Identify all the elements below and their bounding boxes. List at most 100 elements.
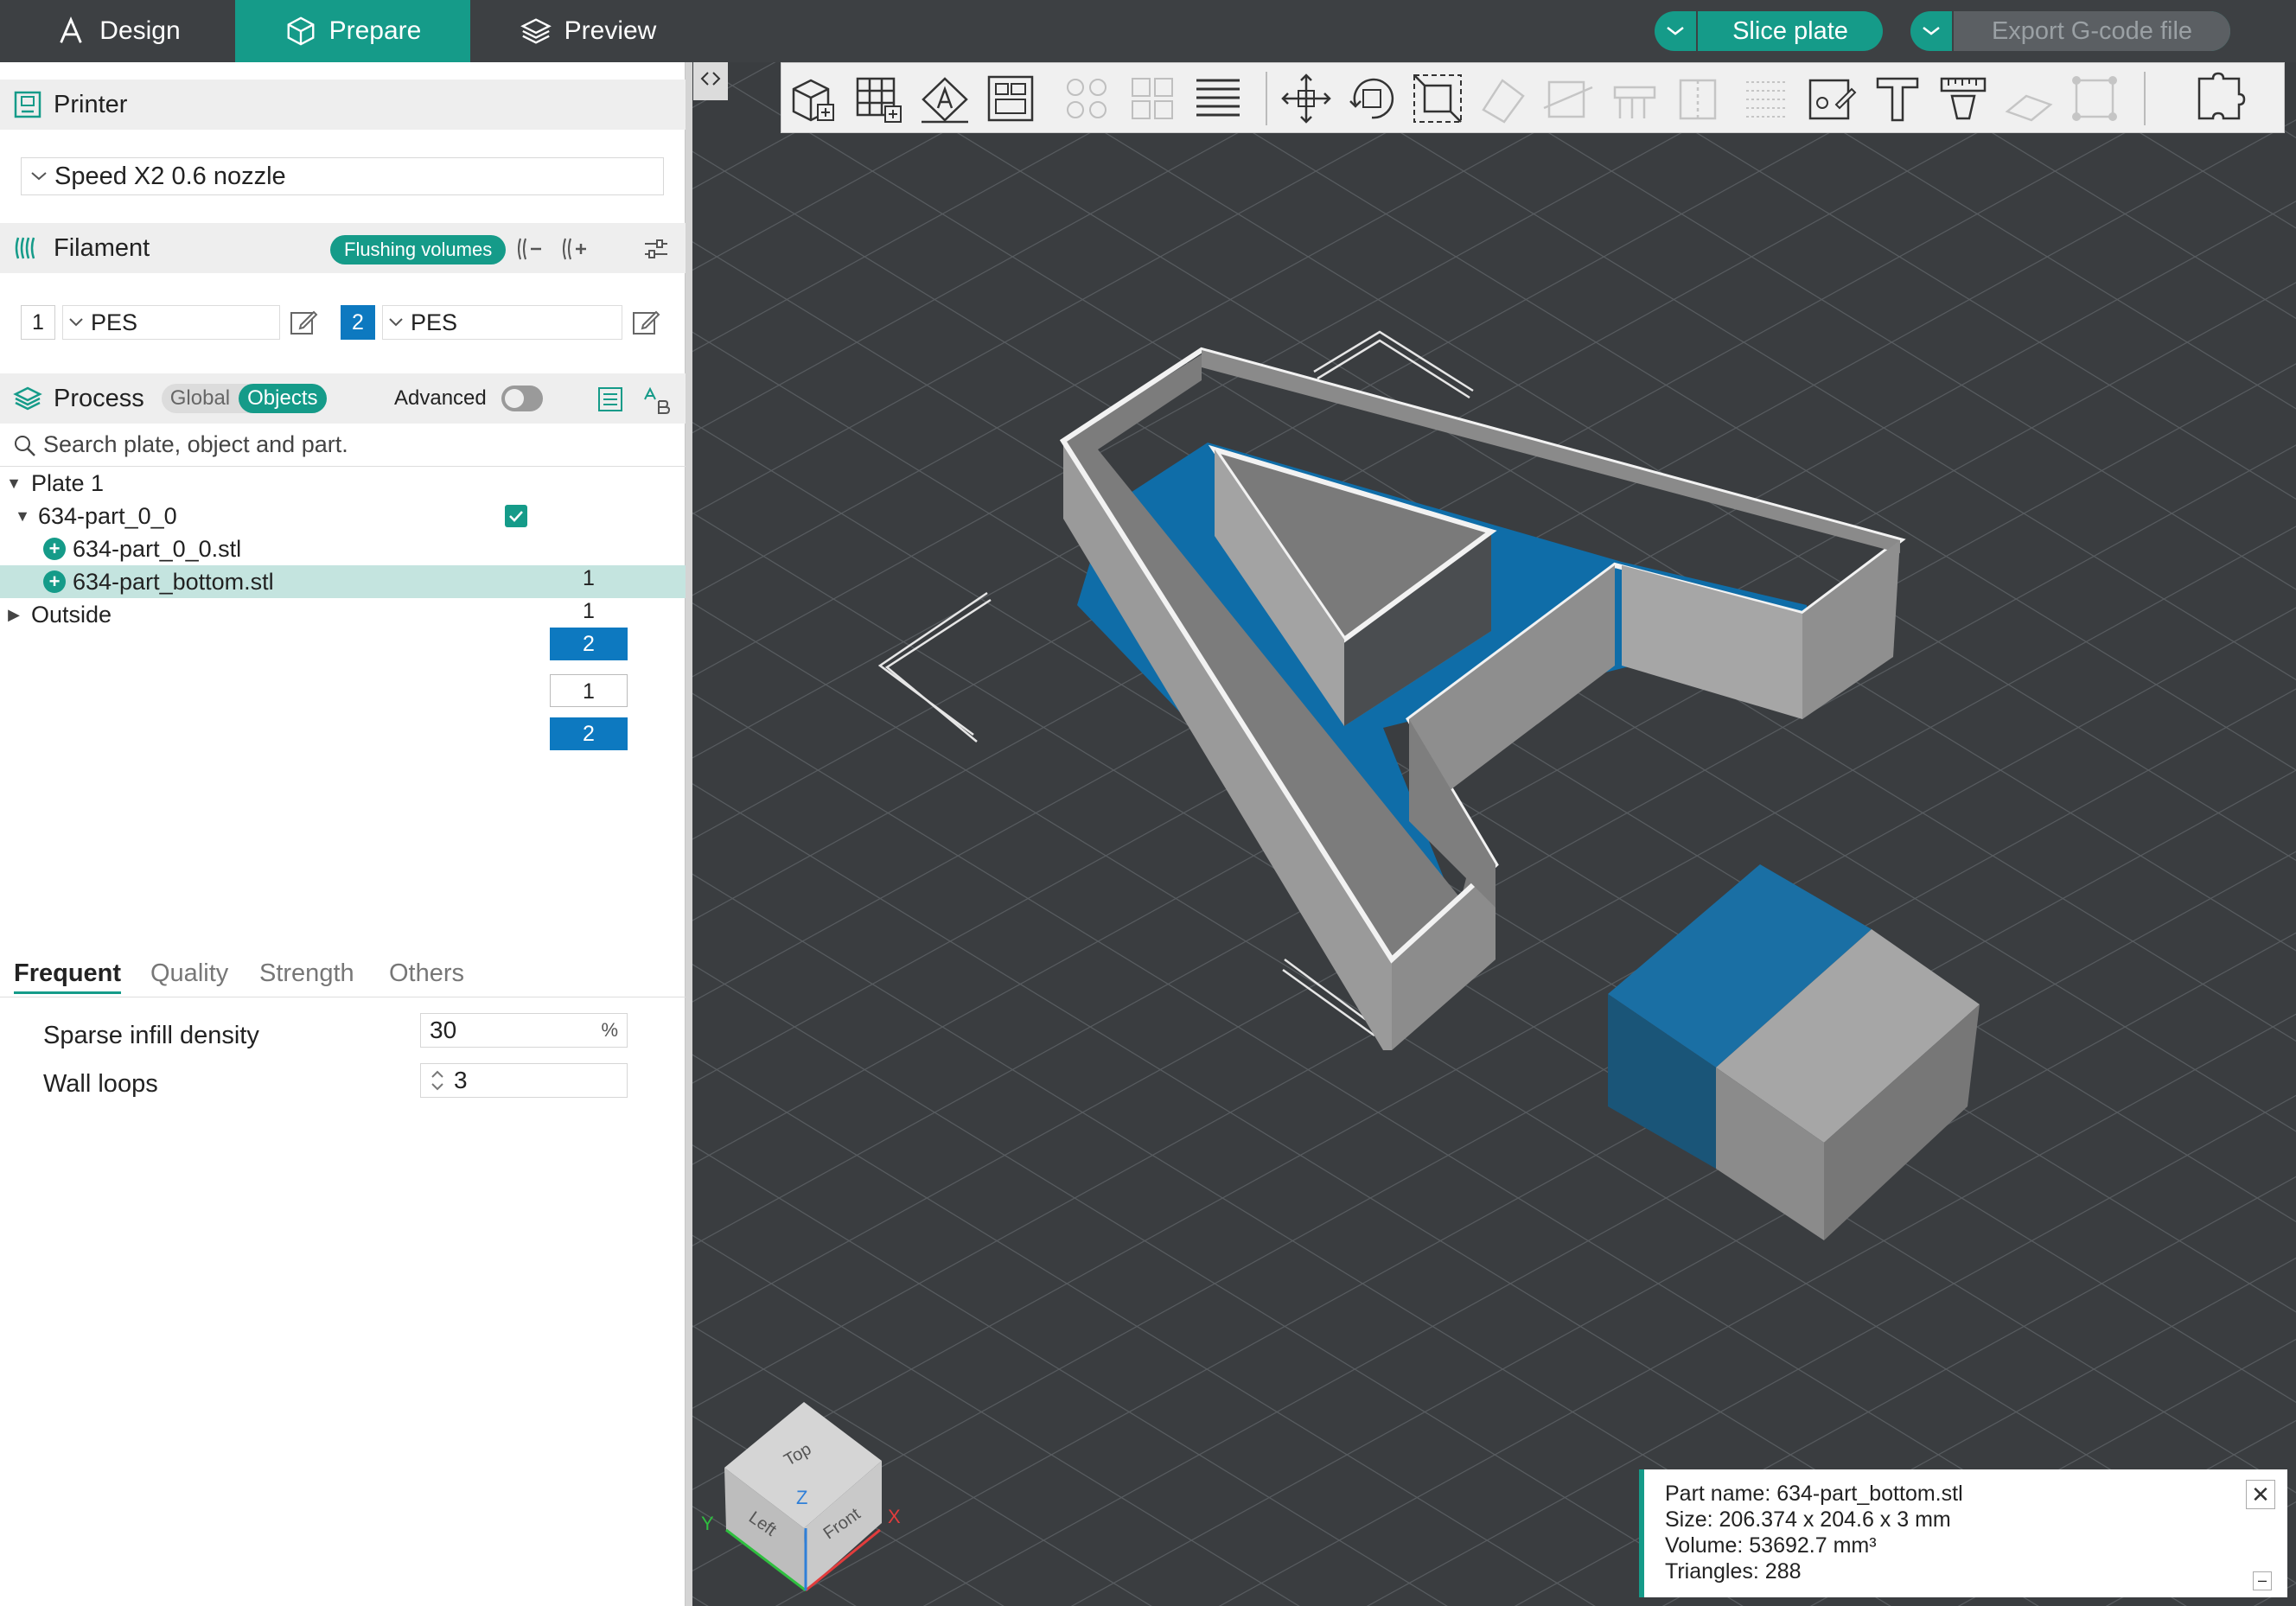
- arrange-icon[interactable]: [982, 70, 1039, 127]
- infill-density-input[interactable]: 30 %: [420, 1013, 628, 1048]
- extruder-column: 1 1 2 1 2: [546, 562, 633, 755]
- extruder-cell[interactable]: 1: [550, 562, 628, 595]
- tab-strength[interactable]: Strength: [259, 959, 354, 988]
- remove-filament-icon[interactable]: [515, 235, 545, 263]
- auto-orient-icon[interactable]: [916, 70, 973, 127]
- tab-prepare[interactable]: Prepare: [235, 0, 470, 62]
- tab-design-label: Design: [99, 16, 181, 45]
- design-icon: [60, 16, 83, 43]
- search-icon: [15, 435, 35, 456]
- collapse-triangle-icon[interactable]: ▼: [12, 507, 33, 526]
- close-icon[interactable]: ✕: [2246, 1480, 2275, 1509]
- build-plate-scene[interactable]: [692, 62, 2296, 1606]
- object-checkbox[interactable]: [505, 505, 527, 527]
- tab-design[interactable]: Design: [0, 0, 235, 62]
- filament-material-select[interactable]: PES: [382, 305, 622, 340]
- info-triangles: Triangles: 288: [1665, 1559, 1802, 1584]
- info-size: Size: 206.374 x 204.6 x 3 mm: [1665, 1507, 1951, 1532]
- edit-icon[interactable]: [289, 308, 318, 337]
- tab-preview[interactable]: Preview: [470, 0, 705, 62]
- expand-triangle-icon[interactable]: ▶: [3, 606, 24, 624]
- add-object-icon[interactable]: [785, 70, 842, 127]
- tree-object-row[interactable]: ▼ 634-part_0_0: [0, 500, 686, 532]
- color-paint-icon[interactable]: [1803, 70, 1860, 127]
- tab-preview-label: Preview: [564, 16, 657, 45]
- measure-tool-icon[interactable]: [1935, 70, 1992, 127]
- tab-frequent[interactable]: Frequent: [14, 959, 122, 994]
- app-window: Design Prepare Preview Slice plate Expor…: [0, 0, 2296, 1606]
- add-filament-icon[interactable]: [560, 235, 590, 263]
- printer-preset-select[interactable]: Speed X2 0.6 nozzle: [21, 157, 664, 195]
- filament-slot-number[interactable]: 2: [341, 305, 375, 340]
- spin-arrows-icon[interactable]: [430, 1067, 445, 1093]
- export-gcode-button[interactable]: Export G-code file: [1910, 11, 2230, 51]
- tab-others[interactable]: Others: [389, 959, 464, 988]
- support-paint-icon[interactable]: [1606, 70, 1663, 127]
- toolbar-divider: [2144, 72, 2146, 125]
- export-gcode-label: Export G-code file: [1954, 11, 2230, 51]
- toolbar-divider: [1266, 72, 1267, 125]
- process-mode-global[interactable]: Global: [162, 386, 239, 411]
- layers-icon: [520, 18, 552, 44]
- settings-sliders-icon[interactable]: [641, 235, 671, 263]
- filament-slot-1: 1 PES: [21, 304, 318, 341]
- tab-quality[interactable]: Quality: [150, 959, 228, 988]
- edit-icon[interactable]: [631, 308, 660, 337]
- infill-density-label: Sparse infill density: [43, 1022, 259, 1049]
- filament-slot-number[interactable]: 1: [21, 305, 55, 340]
- flushing-volumes-button[interactable]: Flushing volumes: [330, 235, 507, 264]
- part-add-icon: +: [43, 570, 66, 593]
- panel-splitter[interactable]: [686, 62, 692, 1606]
- filament-title: Filament: [54, 233, 150, 262]
- tree-part-label: 634-part_bottom.stl: [73, 568, 274, 595]
- list-icon[interactable]: [596, 386, 624, 413]
- layers-editing-icon[interactable]: [1189, 70, 1247, 127]
- extruder-cell-active[interactable]: 2: [550, 628, 628, 660]
- text-tool-icon[interactable]: [1869, 70, 1926, 127]
- assembly-icon[interactable]: [2066, 70, 2123, 127]
- process-mode-switch[interactable]: Global Objects: [161, 384, 327, 413]
- cut-icon[interactable]: [1540, 70, 1598, 127]
- emboss-icon[interactable]: [2000, 70, 2057, 127]
- compare-presets-icon[interactable]: [641, 386, 671, 415]
- rotate-icon[interactable]: [1343, 70, 1400, 127]
- extruder-cell[interactable]: 1: [550, 595, 628, 628]
- slice-plate-button[interactable]: Slice plate: [1655, 11, 1883, 51]
- percent-unit: %: [601, 1019, 618, 1041]
- move-icon[interactable]: [1278, 70, 1335, 127]
- part-add-icon: +: [43, 538, 66, 560]
- filament-material-select[interactable]: PES: [62, 305, 280, 340]
- chevron-down-icon[interactable]: [1910, 11, 1954, 51]
- scale-icon[interactable]: [1409, 70, 1466, 127]
- wall-loops-stepper[interactable]: 3: [420, 1063, 628, 1098]
- 3d-viewport[interactable]: Top Left Front Z X Y: [692, 62, 2296, 1606]
- extruder-dropdown-option[interactable]: 1: [550, 674, 628, 707]
- advanced-toggle[interactable]: [501, 386, 543, 411]
- top-bar: Design Prepare Preview Slice plate Expor…: [0, 0, 2296, 62]
- add-plate-icon[interactable]: [851, 70, 908, 127]
- chevron-down-icon[interactable]: [1655, 11, 1698, 51]
- collapse-triangle-icon[interactable]: ▼: [3, 475, 24, 493]
- build-plate-grid: [692, 62, 2296, 1606]
- seam-paint-icon[interactable]: [1672, 70, 1729, 127]
- axis-z-label: Z: [796, 1487, 808, 1508]
- checkmark-icon: [509, 511, 523, 522]
- fuzzy-skin-icon[interactable]: [1738, 70, 1795, 127]
- extruder-dropdown-option-selected[interactable]: 2: [550, 717, 628, 750]
- lay-on-face-icon[interactable]: [1475, 70, 1532, 127]
- split-parts-icon[interactable]: [1124, 70, 1181, 127]
- filament-material-value: PES: [91, 309, 138, 335]
- object-search[interactable]: Search plate, object and part.: [0, 424, 686, 467]
- process-mode-objects[interactable]: Objects: [239, 384, 327, 413]
- collapse-sidebar-button[interactable]: [693, 62, 728, 100]
- filament-spool-icon: [15, 237, 35, 259]
- puzzle-icon[interactable]: [2191, 70, 2248, 127]
- minimize-icon[interactable]: –: [2253, 1571, 2272, 1590]
- tree-outside-label: Outside: [31, 601, 112, 628]
- split-objects-icon[interactable]: [1058, 70, 1115, 127]
- tree-part-row[interactable]: + 634-part_0_0.stl: [0, 532, 686, 565]
- tree-plate-label: Plate 1: [31, 469, 105, 496]
- info-volume: Volume: 53692.7 mm³: [1665, 1533, 1877, 1558]
- axis-y-label: Y: [701, 1513, 714, 1534]
- tree-plate-row[interactable]: ▼ Plate 1: [0, 467, 686, 500]
